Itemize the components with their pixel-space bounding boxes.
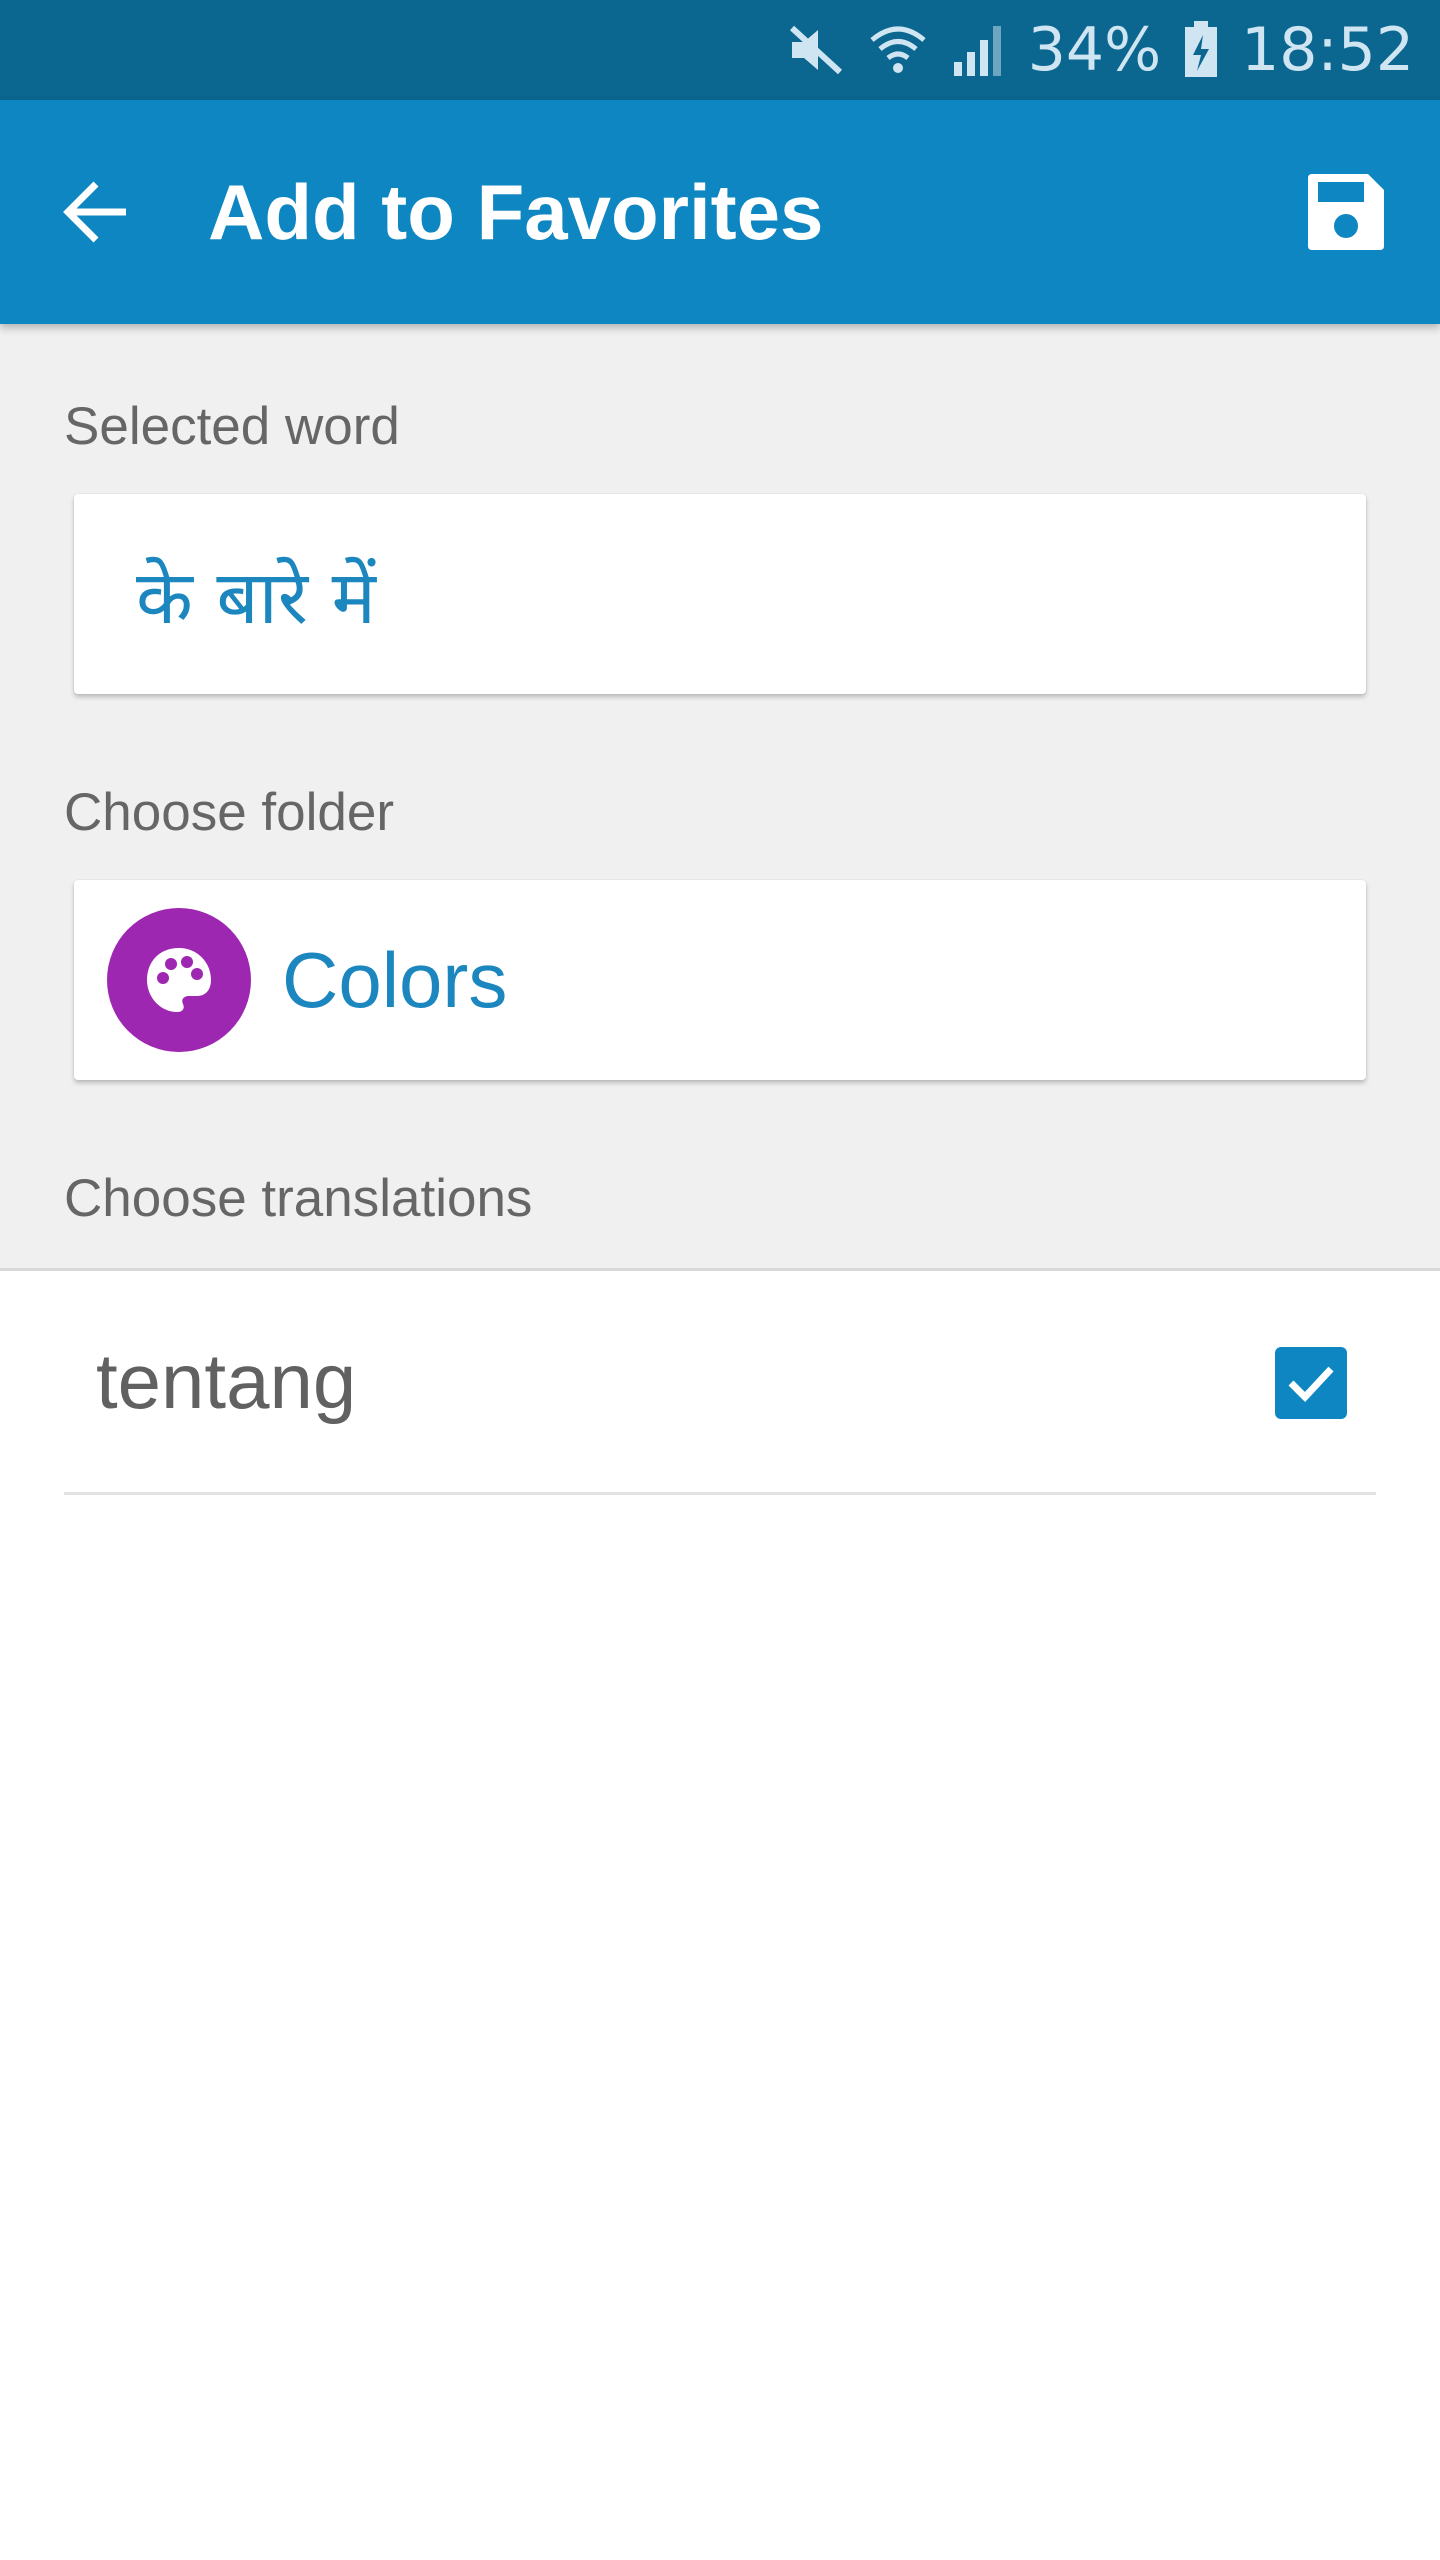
battery-charging-icon (1183, 21, 1219, 79)
save-button[interactable] (1298, 164, 1394, 260)
mute-icon (786, 22, 846, 78)
choose-translations-label: Choose translations (64, 1169, 533, 1228)
translation-row[interactable]: tentang (64, 1271, 1376, 1495)
arrow-back-icon (63, 181, 126, 243)
translation-checkbox[interactable] (1275, 1347, 1347, 1419)
selected-word-card[interactable]: के बारे में (74, 494, 1366, 694)
page-title: Add to Favorites (208, 167, 824, 256)
translation-text: tentang (96, 1337, 357, 1425)
signal-icon (950, 22, 1006, 78)
status-bar: 34% 18:52 (0, 0, 1440, 100)
battery-percent: 34% (1027, 15, 1162, 85)
wifi-icon (868, 22, 928, 78)
selected-word-value: के बारे में (136, 554, 376, 641)
folder-name: Colors (282, 935, 508, 1024)
palette-icon (147, 948, 211, 1012)
back-button[interactable] (50, 166, 142, 258)
check-icon (1288, 1366, 1334, 1403)
app-bar: Add to Favorites (0, 100, 1440, 324)
selected-word-label: Selected word (64, 397, 400, 456)
save-floppy-icon (1308, 174, 1384, 250)
folder-selector[interactable]: Colors (74, 880, 1366, 1080)
folder-avatar (107, 908, 251, 1052)
choose-folder-label: Choose folder (64, 783, 394, 842)
clock: 18:52 (1241, 15, 1414, 85)
